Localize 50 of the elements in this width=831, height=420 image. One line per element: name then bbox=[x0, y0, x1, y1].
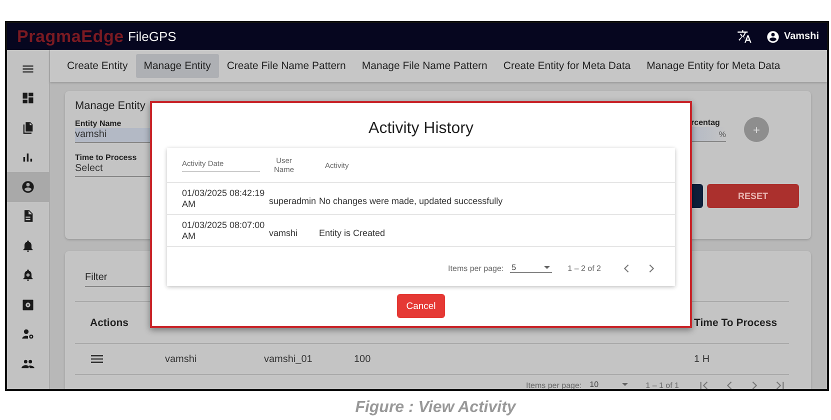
page-range: 1 – 1 of 1 bbox=[646, 380, 679, 389]
reset-button[interactable]: RESET bbox=[707, 184, 799, 208]
bell-icon[interactable] bbox=[21, 238, 35, 253]
table-cell-text: superadmin bbox=[269, 194, 318, 206]
column-header: Actions bbox=[89, 316, 130, 328]
account-icon[interactable] bbox=[766, 30, 780, 44]
caret-icon bbox=[544, 266, 550, 269]
account-icon[interactable] bbox=[21, 180, 35, 194]
cancel-button[interactable]: Cancel bbox=[397, 294, 445, 318]
dark-button[interactable] bbox=[691, 184, 703, 208]
translate-icon[interactable] bbox=[736, 29, 752, 44]
tab[interactable]: Create Entity bbox=[59, 54, 136, 78]
user-name[interactable]: Vamshi bbox=[784, 31, 819, 42]
items-per-page-label: Items per page: bbox=[526, 380, 582, 389]
table-cell-text: 100 bbox=[354, 354, 372, 364]
table-cell-text: vamshi bbox=[269, 226, 299, 238]
tab[interactable]: Create Entity for Meta Data bbox=[495, 54, 639, 78]
caret-icon bbox=[622, 383, 628, 386]
table-cell-text: vamshi_01 bbox=[264, 354, 314, 364]
files-icon[interactable] bbox=[21, 120, 35, 135]
tab[interactable]: Manage Entity bbox=[136, 54, 219, 78]
field-label: Entity Name bbox=[75, 119, 122, 128]
last-page-icon[interactable] bbox=[774, 380, 785, 389]
tab[interactable]: Manage File Name Pattern bbox=[354, 54, 496, 78]
column-header: Time To Process bbox=[694, 316, 778, 328]
percentage-field[interactable]: % bbox=[691, 126, 726, 142]
table-cell-text: Entity is Created bbox=[319, 226, 386, 238]
table-cell-text: 1 H bbox=[694, 354, 711, 364]
items-per-page-label: Items per page: bbox=[448, 264, 504, 272]
settings-icon[interactable] bbox=[21, 298, 35, 312]
product-name: FileGPS bbox=[128, 29, 176, 44]
dashboard-icon[interactable] bbox=[21, 91, 35, 106]
brand-logo: PragmaEdge bbox=[17, 26, 124, 46]
page-size-select[interactable]: 5 bbox=[510, 263, 552, 273]
page-range: 1 – 2 of 2 bbox=[568, 264, 601, 272]
tab[interactable]: Create File Name Pattern bbox=[218, 54, 354, 78]
figure-caption: Figure : View Activity bbox=[354, 399, 518, 417]
table-cell-text: 01/03/2025 08:07:00 AM bbox=[182, 220, 266, 242]
tab[interactable]: Manage Entity for Meta Data bbox=[638, 54, 788, 78]
field-label: Time to Process bbox=[75, 153, 138, 162]
field-label: rcentag bbox=[691, 118, 721, 126]
table-cell-text: 01/03/2025 08:42:19 AM bbox=[182, 188, 266, 210]
page-size-select[interactable]: 10 bbox=[588, 380, 630, 389]
bell-plus-icon[interactable] bbox=[21, 268, 35, 282]
table-cell-text: vamshi bbox=[165, 354, 198, 364]
dialog-title: Activity History bbox=[368, 120, 474, 138]
table-cell-text: No changes were made, updated successfully bbox=[319, 194, 504, 206]
first-page-icon[interactable] bbox=[699, 380, 710, 389]
user-gear-icon[interactable] bbox=[21, 327, 35, 342]
form-title: Manage Entity bbox=[75, 100, 146, 112]
